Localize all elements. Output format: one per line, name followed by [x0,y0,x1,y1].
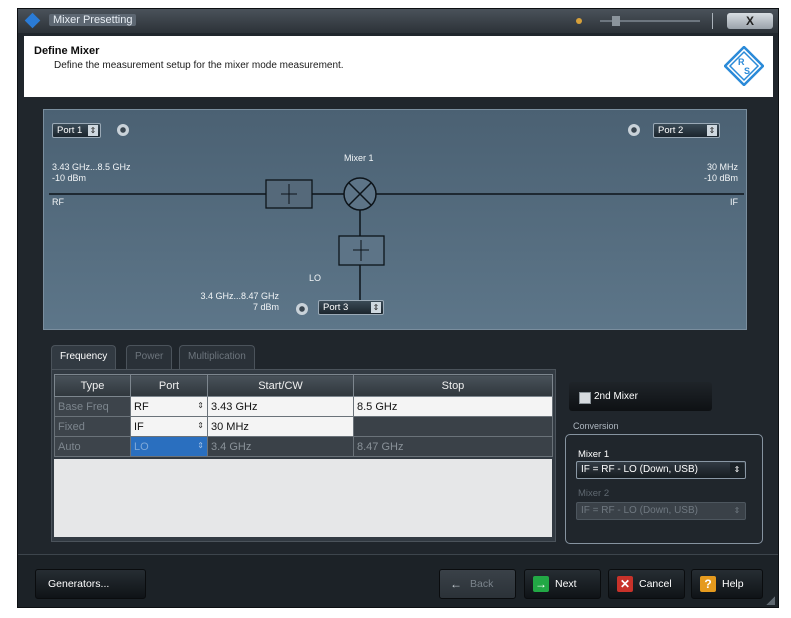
mixer2-conversion-select: IF = RF - LO (Down, USB) ⇕ [576,502,746,520]
column-header-start-cw: Start/CW [207,374,354,397]
chevron-updown-icon: ⇕ [371,302,381,313]
transparency-slider-handle[interactable] [612,16,620,26]
type-cell: Base Freq [54,396,131,417]
if-label: IF [730,197,738,207]
if-frequency: 30 MHz [706,162,738,172]
mixer-label: Mixer 1 [344,153,374,163]
help-question-icon: ? [700,576,716,592]
tab-frequency[interactable]: Frequency [51,345,117,369]
start-cw-cell: 3.4 GHz [207,436,354,457]
next-button[interactable]: → Next [524,569,601,599]
column-header-type: Type [54,374,131,397]
tab-multiplication[interactable]: Multiplication [179,345,255,369]
cancel-button[interactable]: ✕ Cancel [608,569,685,599]
mixer1-conversion-value: IF = RF - LO (Down, USB) [581,464,698,475]
tab-power[interactable]: Power [126,345,173,369]
svg-text:S: S [744,66,750,76]
close-x-icon: ✕ [617,576,633,592]
rf-settings-gear-icon[interactable] [117,124,129,136]
next-button-label: Next [555,578,577,590]
table-header-row: Type Port Start/CW Stop [54,374,553,397]
back-button-label: Back [470,578,494,590]
close-button[interactable]: X [727,13,773,29]
port-select-cell[interactable]: IF ⇕ [130,416,208,437]
second-mixer-label: 2nd Mixer [594,391,638,402]
chevron-updown-icon: ⇕ [197,440,204,450]
stop-cell[interactable]: 8.5 GHz [353,396,553,417]
rohde-schwarz-logo-icon: R S [724,46,764,86]
start-cw-cell[interactable]: 3.43 GHz [207,396,354,417]
arrow-right-icon: → [533,576,549,592]
mixer1-label: Mixer 1 [578,449,610,460]
lo-settings-gear-icon[interactable] [296,303,308,315]
back-button[interactable]: ← Back [439,569,516,599]
port-select-cell[interactable]: LO ⇕ [130,436,208,457]
chevron-updown-icon: ⇕ [88,125,98,136]
if-power: -10 dBm [703,173,738,183]
lo-frequency-range: 3.4 GHz...8.47 GHz [200,291,279,301]
column-header-port: Port [130,374,208,397]
mixer-diagram: Port 1 ⇕ Port 2 ⇕ Mixer 1 3.43 GHz...8.5… [43,109,747,330]
chevron-updown-icon: ⇕ [197,420,204,430]
rf-label: RF [52,197,64,207]
dialog-header: Define Mixer Define the measurement setu… [24,36,773,97]
chevron-updown-icon: ⇕ [197,400,204,410]
second-mixer-toggle[interactable]: 2nd Mixer [569,382,712,411]
if-port-value: Port 2 [658,125,684,136]
rf-port-select[interactable]: Port 1 ⇕ [52,123,101,138]
mixer2-conversion-value: IF = RF - LO (Down, USB) [581,505,698,516]
status-dot-icon [576,18,582,24]
chevron-updown-icon: ⇕ [730,504,744,518]
if-port-select[interactable]: Port 2 ⇕ [653,123,720,138]
mixer-diagram-lines [49,177,744,312]
port-select-cell[interactable]: RF ⇕ [130,396,208,417]
type-cell: Auto [54,436,131,457]
start-cw-cell[interactable]: 30 MHz [207,416,354,437]
frequency-table: Type Port Start/CW Stop Base Freq RF ⇕ 3.… [54,374,553,457]
type-cell: Fixed [54,416,131,437]
title-separator [712,13,713,29]
conversion-title: Conversion [571,421,621,431]
lo-power: 7 dBm [252,302,279,312]
cancel-button-label: Cancel [639,578,672,590]
mixer1-conversion-select[interactable]: IF = RF - LO (Down, USB) ⇕ [576,461,746,479]
header-title: Define Mixer [34,45,100,57]
generators-button-label: Generators... [48,578,110,590]
chevron-updown-icon: ⇕ [730,463,744,477]
column-header-stop: Stop [353,374,553,397]
port-value: RF [134,400,149,413]
title-bar[interactable]: Mixer Presetting X [18,9,778,33]
arrow-left-icon: ← [450,577,462,591]
table-row[interactable]: Base Freq RF ⇕ 3.43 GHz 8.5 GHz [54,396,553,417]
second-mixer-checkbox[interactable] [579,392,591,404]
table-row[interactable]: Fixed IF ⇕ 30 MHz [54,416,553,437]
stop-cell [353,416,553,437]
port-value: LO [134,440,149,453]
header-description: Define the measurement setup for the mix… [54,60,344,71]
stop-cell: 8.47 GHz [353,436,553,457]
generators-button[interactable]: Generators... [35,569,146,599]
lo-label: LO [309,273,322,283]
mixer2-label: Mixer 2 [578,488,610,499]
rf-frequency-range: 3.43 GHz...8.5 GHz [52,162,131,172]
table-row[interactable]: Auto LO ⇕ 3.4 GHz 8.47 GHz [54,436,553,457]
rf-port-value: Port 1 [57,125,83,136]
help-button-label: Help [722,578,744,590]
mixer-presetting-dialog: Mixer Presetting X Define Mixer Define t… [17,8,779,608]
app-logo-icon [24,12,41,29]
lo-port-value: Port 3 [323,302,349,313]
chevron-updown-icon: ⇕ [707,125,717,136]
window-title: Mixer Presetting [49,14,137,26]
if-settings-gear-icon[interactable] [628,124,640,136]
lo-port-select[interactable]: Port 3 ⇕ [318,300,384,315]
rf-power: -10 dBm [52,173,87,183]
table-empty-area [54,459,552,537]
help-button[interactable]: ? Help [691,569,763,599]
resize-grip-icon[interactable] [766,596,775,605]
port-value: IF [134,420,144,433]
